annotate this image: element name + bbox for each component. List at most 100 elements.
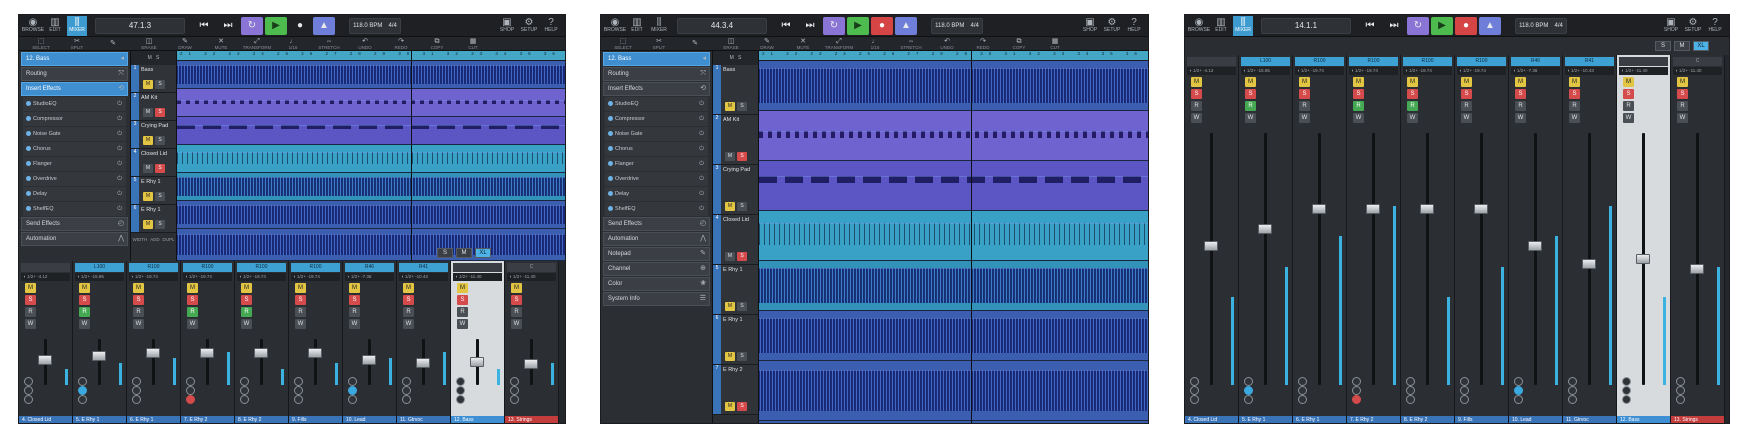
- size-medium-button[interactable]: M: [456, 247, 472, 258]
- undo-button[interactable]: ↶ UNDO: [347, 38, 383, 50]
- forward-button[interactable]: ⏭: [799, 17, 821, 35]
- help-button[interactable]: ? HELP: [541, 16, 561, 36]
- mute-button[interactable]: M: [241, 283, 252, 293]
- track-header[interactable]: 5E Rhy 1MS: [131, 177, 176, 205]
- monitor-button[interactable]: [1298, 386, 1307, 395]
- size-xl-button[interactable]: XL: [475, 247, 491, 258]
- record-arm-button[interactable]: R: [241, 307, 252, 317]
- routing-section[interactable]: Routing ⤧: [603, 67, 710, 81]
- solo-button[interactable]: S: [241, 295, 252, 305]
- mute-tool[interactable]: ✕ MUTE: [785, 38, 821, 50]
- automation-write-button[interactable]: W: [79, 319, 90, 329]
- input-button[interactable]: [24, 395, 33, 404]
- effect-slot[interactable]: Overdrive ⏻: [605, 172, 708, 186]
- mute-button[interactable]: M: [457, 283, 468, 293]
- copy-button[interactable]: ⧉ COPY: [419, 38, 455, 50]
- timeline-ruler[interactable]: 21 22 23 24 25 26 27 28 29 30 31 32 33 3…: [177, 51, 565, 61]
- send-knob[interactable]: [1352, 377, 1361, 386]
- automation-write-button[interactable]: W: [1623, 113, 1634, 123]
- color-section[interactable]: Color ❀: [603, 277, 710, 291]
- size-xl-button[interactable]: XL: [1693, 40, 1709, 51]
- fader-track[interactable]: [1534, 133, 1537, 385]
- channel-pan-value[interactable]: L100: [1241, 57, 1290, 66]
- track-lane-crying-pad[interactable]: [759, 161, 1148, 211]
- mute-button[interactable]: M: [725, 352, 735, 361]
- track-header[interactable]: 1 Bass M S: [713, 65, 758, 115]
- input-button[interactable]: [1406, 395, 1415, 404]
- track-lane-e-rhy-1b[interactable]: [759, 311, 1148, 361]
- position-display[interactable]: 44.3.4: [677, 17, 767, 34]
- mute-button[interactable]: M: [725, 152, 735, 161]
- input-button[interactable]: [1190, 395, 1199, 404]
- position-display[interactable]: 47.1.3: [95, 17, 185, 34]
- draw-tool[interactable]: ✎ DRAW: [749, 38, 785, 50]
- automation-write-button[interactable]: W: [295, 319, 306, 329]
- monitor-button[interactable]: [1514, 386, 1523, 395]
- automation-write-button[interactable]: W: [1353, 113, 1364, 123]
- effect-slot[interactable]: StudioEQ ⏻: [605, 97, 708, 111]
- help-button[interactable]: ? HELP: [1705, 16, 1725, 36]
- input-button[interactable]: [1514, 395, 1523, 404]
- channel-pan-value[interactable]: [21, 263, 70, 272]
- effect-slot[interactable]: Flanger ⏻: [23, 157, 126, 171]
- channel-pan-value[interactable]: C: [507, 263, 556, 272]
- solo-button[interactable]: S: [403, 295, 414, 305]
- channel-pan-value[interactable]: [453, 263, 502, 272]
- mixer-channel[interactable]: R41 ◖ 1/2+ -10.43 M S R W 11. Gtrvoc: [397, 261, 451, 423]
- automation-write-button[interactable]: W: [403, 319, 414, 329]
- volume-fader[interactable]: [416, 357, 430, 368]
- channel-pan-value[interactable]: C: [1673, 57, 1722, 66]
- mixer-channel[interactable]: L100 ◖ 1/2+ -15.95 M S R W 5. E Rhy 1: [1239, 55, 1293, 423]
- size-small-button[interactable]: S: [1655, 40, 1671, 51]
- send-knob[interactable]: [1298, 377, 1307, 386]
- mixer-channel[interactable]: ◖ 1/2+ -4.12 M S R W 4. Closed Lid: [19, 261, 73, 423]
- notepad-section[interactable]: Notepad ✎: [603, 247, 710, 261]
- monitor-button[interactable]: [1244, 386, 1253, 395]
- mute-button[interactable]: M: [143, 164, 153, 173]
- mute-button[interactable]: M: [133, 283, 144, 293]
- send-knob[interactable]: [1244, 377, 1253, 386]
- record-button[interactable]: ●: [1455, 16, 1477, 35]
- volume-fader[interactable]: [1582, 259, 1596, 270]
- solo-button[interactable]: S: [737, 252, 747, 261]
- fader-track[interactable]: [1696, 133, 1699, 385]
- automation-write-button[interactable]: W: [511, 319, 522, 329]
- effect-slot[interactable]: ShelfEQ ⏻: [23, 202, 126, 216]
- monitor-button[interactable]: [186, 386, 195, 395]
- monitor-button[interactable]: [1352, 386, 1361, 395]
- track-header[interactable]: 5E Rhy 1MS: [713, 265, 758, 315]
- mute-button[interactable]: M: [1407, 77, 1418, 87]
- track-header[interactable]: 4 Closed Lid M S: [713, 215, 758, 265]
- send-knob[interactable]: [1514, 377, 1523, 386]
- channel-pan-value[interactable]: L100: [75, 263, 124, 272]
- channel-name[interactable]: 12. Bass: [451, 416, 504, 423]
- solo-button[interactable]: S: [1623, 89, 1634, 99]
- channel-name[interactable]: 5. E Rhy 1: [1239, 416, 1292, 423]
- solo-button[interactable]: S: [737, 102, 747, 111]
- automation-write-button[interactable]: W: [187, 319, 198, 329]
- effect-slot[interactable]: Delay ⏻: [23, 187, 126, 201]
- channel-name[interactable]: 5. E Rhy 1: [73, 416, 126, 423]
- mixer-channel[interactable]: R100 ◖ 1/2+ -19.74 M S R W 9. Fills: [289, 261, 343, 423]
- effect-slot[interactable]: Flanger ⏻: [605, 157, 708, 171]
- channel-pan-value[interactable]: R46: [1511, 57, 1560, 66]
- mute-button[interactable]: M: [143, 220, 153, 229]
- channel-name[interactable]: 10. Lead: [343, 416, 396, 423]
- mixer-channel[interactable]: R100 ◖ 1/2+ -19.74 M S R W 6. E Rhy 1: [127, 261, 181, 423]
- fader-track[interactable]: [1372, 133, 1375, 385]
- inspector-track-name[interactable]: 12. Bass ◂: [603, 52, 710, 66]
- record-arm-button[interactable]: R: [349, 307, 360, 317]
- effect-slot[interactable]: Delay ⏻: [605, 187, 708, 201]
- effect-slot[interactable]: StudioEQ ⏻: [23, 97, 126, 111]
- solo-button[interactable]: S: [737, 352, 747, 361]
- mixer-channel[interactable]: R100 ◖ 1/2+ -19.74 M S R W 6. E Rhy 1: [1293, 55, 1347, 423]
- volume-fader[interactable]: [1528, 241, 1542, 252]
- erase-tool[interactable]: ◫ ERASE: [131, 38, 167, 50]
- mixer-channel[interactable]: R100 ◖ 1/2+ -19.74 M S R W 8. E Rhy 2: [235, 261, 289, 423]
- track-lane-am-kit[interactable]: [759, 111, 1148, 161]
- send-knob[interactable]: [456, 377, 465, 386]
- forward-button[interactable]: ⏭: [217, 17, 239, 35]
- automation-write-button[interactable]: W: [1461, 113, 1472, 123]
- size-medium-button[interactable]: M: [1674, 40, 1690, 51]
- send-knob[interactable]: [1190, 377, 1199, 386]
